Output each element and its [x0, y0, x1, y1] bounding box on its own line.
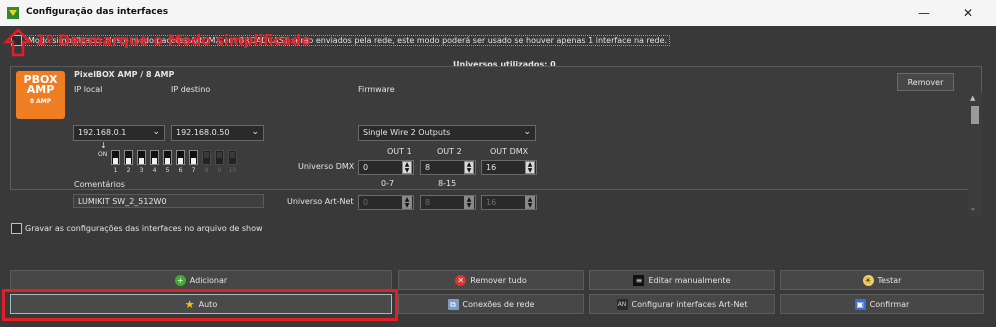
dip-switch-5[interactable]: [163, 150, 172, 165]
remove-icon: ✕: [455, 274, 467, 286]
out2-header: OUT 2: [437, 147, 462, 156]
artnet-universe-label: Universo Art-Net: [287, 197, 354, 206]
dip-number: 7: [191, 167, 196, 174]
scroll-thumb[interactable]: [971, 106, 979, 124]
dip-switch-8[interactable]: [202, 150, 211, 165]
artnet-universe-out2: 8 ▲ ▼: [420, 195, 476, 210]
universe-dmx-label: Universo DMX: [298, 162, 355, 171]
list-icon: ≡: [633, 274, 645, 286]
edit-manual-button[interactable]: ≡ Editar manualmente: [589, 270, 775, 290]
firmware-select[interactable]: Single Wire 2 Outputs ⌄: [358, 125, 536, 141]
remove-all-button[interactable]: ✕ Remover tudo: [398, 270, 584, 290]
comments-field[interactable]: LUMIKIT SW_2_512W0: [73, 194, 264, 208]
save-disk-icon: ▣: [854, 298, 866, 310]
dip-number: 10: [228, 167, 237, 174]
dip-switch-1[interactable]: [111, 150, 120, 165]
ip-local-label: IP local: [74, 85, 103, 94]
save-config-checkbox[interactable]: [11, 223, 22, 234]
configure-artnet-button[interactable]: AN Configurar interfaces Art-Net: [589, 294, 775, 314]
close-button[interactable]: ✕: [946, 0, 990, 26]
artnet-universe-outdmx: 16 ▲ ▼: [481, 195, 537, 210]
dip-switch-10[interactable]: [228, 150, 237, 165]
spin-icon[interactable]: ▲ ▼: [525, 161, 535, 174]
dip-number: 5: [165, 167, 170, 174]
window-title: Configuração das interfaces: [26, 7, 169, 17]
dip-switch-7[interactable]: [189, 150, 198, 165]
pixelbox-logo: PBOX AMP 8 AMP: [16, 71, 65, 119]
red-up-arrow-icon: [3, 28, 33, 57]
ip-destino-select[interactable]: 192.168.0.50 ⌄: [171, 125, 264, 141]
dip-number: 9: [217, 167, 222, 174]
scroll-up-icon[interactable]: ▲: [970, 94, 975, 102]
annotation-text: 1º Desmarque o Modo simplificado: [36, 33, 311, 49]
range-8-15: 8-15: [438, 179, 457, 188]
artnet-universe-out1: 0 ▲ ▼: [358, 195, 414, 210]
universe-dmx-out1[interactable]: 0 ▲ ▼: [358, 160, 414, 175]
ip-destino-label: IP destino: [171, 85, 211, 94]
dip-number: 8: [204, 167, 209, 174]
panel-scrollbar[interactable]: ▲ ⌄: [968, 92, 982, 216]
range-0-7: 0-7: [381, 179, 395, 188]
plus-icon: +: [174, 274, 186, 286]
artnet-icon: AN: [616, 298, 628, 310]
save-config-label[interactable]: Gravar as configurações das interfaces n…: [25, 224, 263, 233]
dip-number: 4: [152, 167, 157, 174]
chevron-down-icon: ⌄: [251, 127, 259, 137]
outdmx-header: OUT DMX: [490, 147, 529, 156]
dip-switch-2[interactable]: [124, 150, 133, 165]
test-button[interactable]: ☀ Testar: [780, 270, 984, 290]
confirm-button[interactable]: ▣ Confirmar: [780, 294, 984, 314]
spin-icon: ▲ ▼: [525, 196, 535, 209]
dip-number: 1: [113, 167, 118, 174]
ip-local-select[interactable]: 192.168.0.1 ⌄: [73, 125, 165, 141]
spin-icon[interactable]: ▲ ▼: [464, 161, 474, 174]
remove-interface-button[interactable]: Remover: [897, 73, 954, 91]
universe-dmx-outdmx[interactable]: 16 ▲ ▼: [481, 160, 537, 175]
network-connections-button[interactable]: ⧉ Conexões de rede: [398, 294, 584, 314]
dip-switch-3[interactable]: [137, 150, 146, 165]
dip-on-label: ON: [98, 151, 108, 158]
spin-icon: ▲ ▼: [464, 196, 474, 209]
add-button[interactable]: + Adicionar: [10, 270, 392, 290]
dip-number: 6: [178, 167, 183, 174]
scroll-down-icon[interactable]: ⌄: [970, 204, 976, 212]
spin-icon[interactable]: ▲ ▼: [402, 161, 412, 174]
dip-switch-4[interactable]: [150, 150, 159, 165]
spin-icon: ▲ ▼: [402, 196, 412, 209]
dip-switch-6[interactable]: [176, 150, 185, 165]
title-bar: Configuração das interfaces — ✕: [0, 0, 996, 26]
dip-arrow-icon: ↓: [100, 141, 107, 150]
minimize-button[interactable]: —: [902, 0, 946, 26]
auto-highlight-box: [2, 289, 398, 321]
interface-name: PixelBOX AMP / 8 AMP: [74, 70, 175, 79]
dip-number: 2: [126, 167, 131, 174]
dip-switch-9[interactable]: [215, 150, 224, 165]
comments-label: Comentários: [74, 180, 125, 189]
firmware-label: Firmware: [358, 85, 395, 94]
out1-header: OUT 1: [387, 147, 412, 156]
chevron-down-icon: ⌄: [152, 127, 160, 137]
network-icon: ⧉: [447, 298, 459, 310]
chevron-down-icon: ⌄: [523, 127, 531, 137]
dip-number: 3: [139, 167, 144, 174]
universe-dmx-out2[interactable]: 8 ▲ ▼: [420, 160, 476, 175]
app-icon: [7, 7, 19, 19]
lightbulb-icon: ☀: [862, 274, 874, 286]
